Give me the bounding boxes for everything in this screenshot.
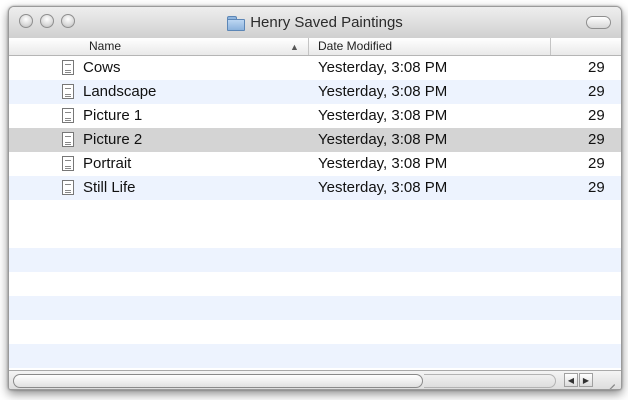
file-size: 29 xyxy=(588,83,605,100)
empty-row xyxy=(9,296,621,320)
name-column-label: Name xyxy=(89,39,122,53)
scrollbar-track[interactable] xyxy=(424,374,556,388)
resize-grip-icon[interactable] xyxy=(603,373,617,389)
file-row[interactable]: Cows Yesterday, 3:08 PM 29 xyxy=(9,56,621,80)
file-row[interactable]: Portrait Yesterday, 3:08 PM 29 xyxy=(9,152,621,176)
file-size: 29 xyxy=(588,59,605,76)
folder-icon xyxy=(227,15,246,31)
arrow-left-icon: ◀ xyxy=(567,376,575,385)
screenshot-frame: Henry Saved Paintings Name ▲ Date Modifi… xyxy=(0,0,628,400)
file-name: Picture 2 xyxy=(83,131,143,148)
document-icon xyxy=(62,60,74,75)
empty-row xyxy=(9,344,621,368)
window-title-group: Henry Saved Paintings xyxy=(9,7,621,38)
arrow-right-icon: ▶ xyxy=(582,376,590,385)
document-icon xyxy=(62,108,74,123)
file-date-modified: Yesterday, 3:08 PM xyxy=(318,179,448,196)
scroll-right-button[interactable]: ▶ xyxy=(579,373,593,387)
toolbar-toggle-button[interactable] xyxy=(586,16,611,29)
file-size: 29 xyxy=(588,179,605,196)
file-name: Portrait xyxy=(83,155,132,172)
file-list: Cows Yesterday, 3:08 PM 29 Landscape Yes… xyxy=(9,56,621,370)
document-icon xyxy=(62,180,74,195)
empty-row xyxy=(9,320,621,344)
empty-row xyxy=(9,272,621,296)
document-icon xyxy=(62,132,74,147)
horizontal-scrollbar[interactable]: ◀ ▶ xyxy=(9,370,621,389)
name-column-header[interactable]: Name xyxy=(9,38,309,55)
date-modified-column-header[interactable]: Date Modified xyxy=(309,38,551,55)
file-row[interactable]: Picture 1 Yesterday, 3:08 PM 29 xyxy=(9,104,621,128)
file-name: Still Life xyxy=(83,179,136,196)
date-modified-column-label: Date Modified xyxy=(318,39,393,53)
scroll-left-button[interactable]: ◀ xyxy=(564,373,578,387)
file-date-modified: Yesterday, 3:08 PM xyxy=(318,83,448,100)
file-row[interactable]: Still Life Yesterday, 3:08 PM 29 xyxy=(9,176,621,200)
file-row[interactable]: Landscape Yesterday, 3:08 PM 29 xyxy=(9,80,621,104)
file-date-modified: Yesterday, 3:08 PM xyxy=(318,59,448,76)
size-column-header[interactable] xyxy=(551,38,621,55)
column-header: Name ▲ Date Modified xyxy=(9,38,621,56)
file-date-modified: Yesterday, 3:08 PM xyxy=(318,107,448,124)
file-name: Cows xyxy=(83,59,121,76)
file-row-selected[interactable]: Picture 2 Yesterday, 3:08 PM 29 xyxy=(9,128,621,152)
document-icon xyxy=(62,84,74,99)
file-size: 29 xyxy=(588,155,605,172)
finder-window: Henry Saved Paintings Name ▲ Date Modifi… xyxy=(8,6,622,390)
file-size: 29 xyxy=(588,107,605,124)
file-date-modified: Yesterday, 3:08 PM xyxy=(318,131,448,148)
empty-row xyxy=(9,248,621,272)
sort-ascending-icon: ▲ xyxy=(290,42,299,52)
file-size: 29 xyxy=(588,131,605,148)
file-name: Landscape xyxy=(83,83,157,100)
document-icon xyxy=(62,156,74,171)
file-date-modified: Yesterday, 3:08 PM xyxy=(318,155,448,172)
window-title: Henry Saved Paintings xyxy=(250,14,403,31)
empty-row xyxy=(9,224,621,248)
title-bar[interactable]: Henry Saved Paintings xyxy=(9,7,621,39)
scrollbar-thumb[interactable] xyxy=(13,374,423,388)
file-name: Picture 1 xyxy=(83,107,143,124)
